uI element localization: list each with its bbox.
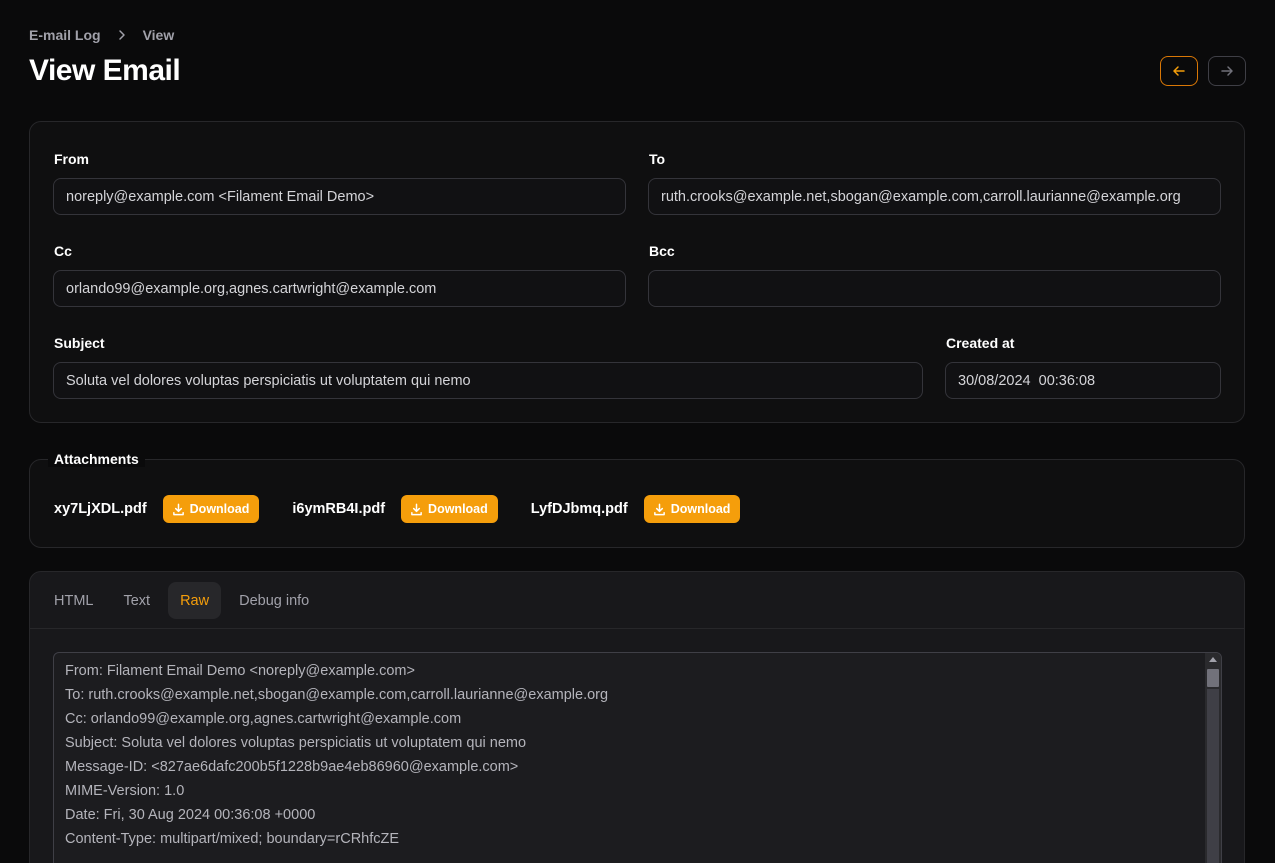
download-button[interactable]: Download	[162, 495, 260, 523]
created-at-field[interactable]: 30/08/2024 00:36:08	[945, 362, 1221, 399]
raw-line: To: ruth.crooks@example.net,sbogan@examp…	[65, 687, 609, 703]
attachment-name: LyfDJbmq.pdf	[530, 501, 628, 517]
subject-label: Subject	[54, 335, 105, 351]
arrow-left-icon	[1173, 66, 1185, 76]
bcc-field[interactable]	[648, 270, 1221, 307]
to-label: To	[649, 151, 666, 167]
download-button[interactable]: Download	[643, 495, 741, 523]
scrollbar-thumb[interactable]	[1207, 669, 1219, 687]
attachments-label: Attachments	[48, 451, 145, 467]
email-content-card: HTML Text Raw Debug info From: Filament …	[29, 571, 1245, 863]
raw-line: Message-ID: <827ae6dafc200b5f1228b9ae4eb…	[65, 759, 519, 775]
chevron-right-icon	[115, 28, 129, 42]
from-field[interactable]: noreply@example.com <Filament Email Demo…	[53, 178, 626, 215]
tab-raw[interactable]: Raw	[168, 582, 222, 619]
email-details-card: From noreply@example.com <Filament Email…	[29, 121, 1245, 423]
attachment-name: xy7LjXDL.pdf	[54, 501, 147, 517]
download-label: Download	[189, 502, 250, 516]
subject-field[interactable]: Soluta vel dolores voluptas perspiciatis…	[53, 362, 923, 399]
tab-html[interactable]: HTML	[42, 582, 105, 619]
raw-line: MIME-Version: 1.0	[65, 783, 185, 799]
download-label: Download	[428, 502, 488, 516]
bcc-label: Bcc	[649, 243, 675, 259]
raw-line: Content-Type: multipart/mixed; boundary=…	[65, 831, 400, 847]
breadcrumb-current: View	[142, 27, 175, 43]
raw-line: Date: Fri, 30 Aug 2024 00:36:08 +0000	[65, 807, 316, 823]
download-label: Download	[670, 502, 731, 516]
raw-message-textarea[interactable]: From: Filament Email Demo <noreply@examp…	[53, 652, 1222, 863]
scrollbar-track	[1207, 689, 1219, 863]
raw-lines: From: Filament Email Demo <noreply@examp…	[65, 661, 608, 853]
arrow-right-icon	[1221, 66, 1233, 76]
download-icon	[411, 503, 422, 515]
attachment-name: i6ymRB4I.pdf	[292, 501, 386, 517]
download-icon	[653, 503, 665, 515]
cc-label: Cc	[54, 243, 72, 259]
raw-line: Cc: orlando99@example.org,agnes.cartwrig…	[65, 711, 462, 727]
vertical-scrollbar[interactable]	[1205, 653, 1221, 863]
download-button[interactable]: Download	[401, 495, 498, 523]
attachments-list: xy7LjXDL.pdf Download i6ymRB4I.pdf Downl…	[54, 495, 741, 523]
cc-field[interactable]: orlando99@example.org,agnes.cartwright@e…	[53, 270, 626, 307]
raw-line: Subject: Soluta vel dolores voluptas per…	[65, 735, 527, 751]
tabs-divider	[30, 628, 1244, 629]
page-title: View Email	[29, 54, 181, 87]
to-field[interactable]: ruth.crooks@example.net,sbogan@example.c…	[648, 178, 1221, 215]
breadcrumb-parent-link[interactable]: E-mail Log	[29, 27, 101, 43]
from-label: From	[54, 151, 89, 167]
created-at-label: Created at	[946, 335, 1015, 351]
tab-debug-info[interactable]: Debug info	[227, 582, 321, 619]
next-record-button[interactable]	[1208, 56, 1246, 86]
scroll-up-arrow-icon[interactable]	[1209, 657, 1217, 662]
tab-text[interactable]: Text	[111, 582, 162, 619]
breadcrumb: E-mail Log View	[29, 27, 174, 43]
download-icon	[172, 503, 184, 515]
content-tabs: HTML Text Raw Debug info	[42, 582, 321, 619]
raw-line: From: Filament Email Demo <noreply@examp…	[65, 663, 415, 679]
previous-record-button[interactable]	[1160, 56, 1198, 86]
attachments-card: Attachments xy7LjXDL.pdf Download i6ymRB…	[29, 451, 1245, 548]
